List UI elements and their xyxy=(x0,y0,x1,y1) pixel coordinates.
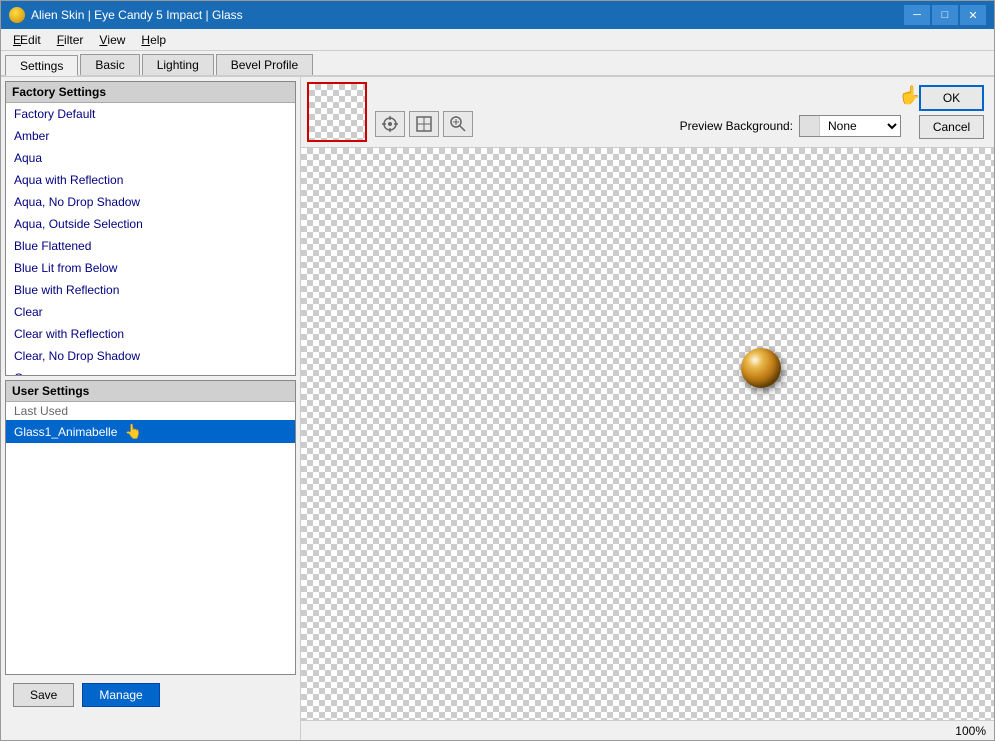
main-window: Alien Skin | Eye Candy 5 Impact | Glass … xyxy=(0,0,995,741)
preview-bg-select-wrapper: None White Black Gray xyxy=(799,115,901,137)
list-item[interactable]: Blue Lit from Below xyxy=(6,257,295,279)
list-item[interactable]: Aqua with Reflection xyxy=(6,169,295,191)
menu-edit[interactable]: EEdit xyxy=(5,30,49,50)
preview-bg-label: Preview Background: xyxy=(680,119,793,133)
list-item[interactable]: Aqua, Outside Selection xyxy=(6,213,295,235)
manage-button[interactable]: Manage xyxy=(82,683,159,707)
last-used-label: Last Used xyxy=(6,402,295,420)
title-bar-controls: ─ □ ✕ xyxy=(904,5,986,25)
factory-settings-header: Factory Settings xyxy=(6,82,295,103)
left-panel: Factory Settings Factory Default Amber A… xyxy=(1,77,301,740)
zoom-fit-icon xyxy=(415,115,433,133)
title-bar: Alien Skin | Eye Candy 5 Impact | Glass … xyxy=(1,1,994,29)
user-settings-header: User Settings xyxy=(6,381,295,402)
hand-cursor-icon: 👆 xyxy=(899,85,921,106)
list-item[interactable]: Clear with Reflection xyxy=(6,323,295,345)
right-top-area: Preview Background: None White Black Gra… xyxy=(301,77,994,148)
tab-bar: Settings Basic Lighting Bevel Profile xyxy=(1,51,994,77)
tab-lighting[interactable]: Lighting xyxy=(142,54,214,75)
zoom-level: 100% xyxy=(955,724,986,738)
preview-bg-area: Preview Background: None White Black Gra… xyxy=(680,115,901,143)
list-item[interactable]: Blue Flattened xyxy=(6,235,295,257)
title-bar-left: Alien Skin | Eye Candy 5 Impact | Glass xyxy=(9,7,243,23)
zoom-button[interactable] xyxy=(443,111,473,137)
preview-bg-color-swatch xyxy=(800,116,820,136)
zoom-fit-button[interactable] xyxy=(409,111,439,137)
right-panel: Preview Background: None White Black Gra… xyxy=(301,77,994,740)
minimize-button[interactable]: ─ xyxy=(904,5,930,25)
save-button[interactable]: Save xyxy=(13,683,74,707)
tab-basic[interactable]: Basic xyxy=(80,54,139,75)
list-item-clear[interactable]: Clear xyxy=(6,301,295,323)
close-button[interactable]: ✕ xyxy=(960,5,986,25)
toolbar-icons xyxy=(373,109,475,143)
preview-thumbnail xyxy=(307,82,367,142)
hand-cursor-icon: 👆 xyxy=(125,422,142,440)
maximize-button[interactable]: □ xyxy=(932,5,958,25)
list-item[interactable]: Aqua xyxy=(6,147,295,169)
app-icon xyxy=(9,7,25,23)
menu-help[interactable]: Help xyxy=(133,30,174,50)
list-item[interactable]: Factory Default xyxy=(6,103,295,125)
tab-settings[interactable]: Settings xyxy=(5,55,78,76)
list-item[interactable]: Blue with Reflection xyxy=(6,279,295,301)
tab-bevel-profile[interactable]: Bevel Profile xyxy=(216,54,313,75)
menu-bar: EEdit Filter View Help xyxy=(1,29,994,51)
glass-ball-preview xyxy=(741,348,781,388)
pan-tool-button[interactable] xyxy=(375,111,405,137)
list-item[interactable]: Aqua, No Drop Shadow xyxy=(6,191,295,213)
user-settings-box: User Settings Last Used Glass1_Animabell… xyxy=(5,380,296,675)
preview-bg-select[interactable]: None White Black Gray xyxy=(820,116,900,136)
user-settings-list[interactable]: Last Used Glass1_Animabelle 👆 xyxy=(6,402,295,674)
pan-icon xyxy=(381,115,399,133)
menu-filter[interactable]: Filter xyxy=(49,30,92,50)
list-item[interactable]: Green xyxy=(6,367,295,375)
window-title: Alien Skin | Eye Candy 5 Impact | Glass xyxy=(31,8,243,22)
list-item-glass1-animabelle[interactable]: Glass1_Animabelle 👆 xyxy=(6,420,295,443)
ok-button[interactable]: 👆 OK xyxy=(919,85,984,111)
bottom-buttons: Save Manage xyxy=(5,679,296,711)
factory-settings-box: Factory Settings Factory Default Amber A… xyxy=(5,81,296,376)
cancel-button[interactable]: Cancel xyxy=(919,115,984,139)
ok-cancel-area: 👆 OK Cancel xyxy=(915,81,988,143)
list-item[interactable]: Amber xyxy=(6,125,295,147)
zoom-icon xyxy=(449,115,467,133)
menu-view[interactable]: View xyxy=(91,30,133,50)
list-item[interactable]: Clear, No Drop Shadow xyxy=(6,345,295,367)
preview-canvas xyxy=(301,148,994,720)
status-bar: 100% xyxy=(301,720,994,740)
main-content: Factory Settings Factory Default Amber A… xyxy=(1,77,994,740)
factory-settings-list[interactable]: Factory Default Amber Aqua Aqua with Ref… xyxy=(6,103,295,375)
